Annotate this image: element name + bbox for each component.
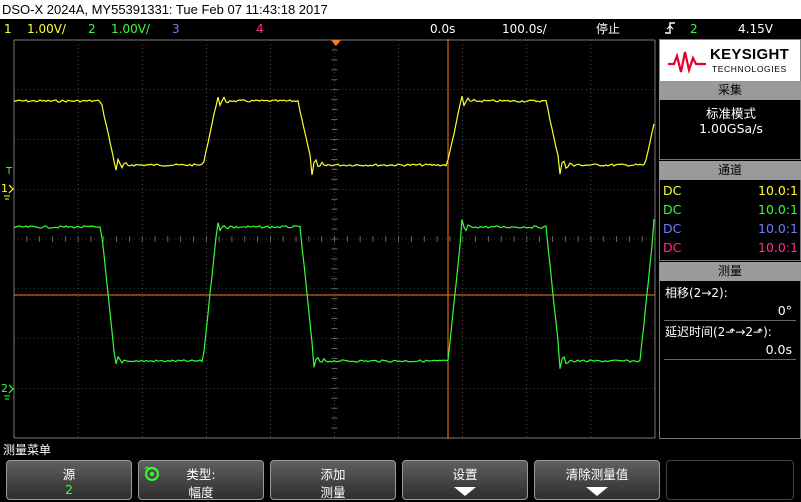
trigger-level[interactable]: 4.15V: [738, 19, 773, 39]
add-label: 添加: [320, 467, 346, 482]
submenu-arrow-icon: [454, 487, 476, 496]
clear-measurements-softkey[interactable]: 清除测量值: [534, 460, 660, 500]
ch1-waveform: [13, 96, 655, 175]
settings-softkey[interactable]: 设置: [402, 460, 528, 500]
channel-row-2: DC 10.0:1: [663, 200, 798, 219]
keysight-wave-icon: [668, 51, 706, 74]
channel-row-3: DC 10.0:1: [663, 219, 798, 238]
delay-value: 0.0s: [765, 342, 792, 357]
ch4-coupling: DC: [663, 240, 682, 255]
channel-header[interactable]: 通道: [659, 161, 801, 180]
channel-row-1: DC 10.0:1: [663, 181, 798, 200]
time-delay[interactable]: 0.0s: [430, 19, 455, 39]
acquisition-section: 标准模式 1.00GSa/s: [659, 100, 801, 160]
clear-label: 清除测量值: [565, 467, 629, 482]
channel-section: DC 10.0:1 DC 10.0:1 DC 10.0:1 DC 10.0:1: [659, 180, 801, 261]
ch1-scale[interactable]: 1.00V/: [27, 19, 66, 39]
type-softkey[interactable]: 类型: 幅度: [138, 460, 264, 500]
ch2-ground-marker: 2: [1, 382, 8, 395]
type-label: 类型:: [186, 467, 216, 482]
ch4-probe: 10.0:1: [758, 240, 798, 255]
ch4-number[interactable]: 4: [256, 19, 264, 39]
title-bar: DSO-X 2024A, MY55391331: Tue Feb 07 11:4…: [0, 0, 801, 19]
add-measurement-softkey[interactable]: 添加 测量: [270, 460, 396, 500]
ch1-probe: 10.0:1: [758, 183, 798, 198]
logo-name: KEYSIGHT: [710, 46, 790, 63]
phase-label: 相移(2→2):: [665, 286, 728, 300]
waveform-graticule: T 1 2: [1, 39, 656, 439]
ch1-ground-marker: 1: [1, 182, 8, 195]
measurement-header[interactable]: 测量: [659, 262, 801, 281]
acquisition-mode: 标准模式: [705, 106, 756, 121]
softkey-spacer: [666, 460, 794, 500]
waveform-display[interactable]: T 1 2: [0, 39, 658, 439]
measurement-divider: [664, 320, 796, 321]
run-state: 停止: [596, 22, 621, 36]
sample-rate: 1.00GSa/s: [699, 121, 763, 136]
source-label: 源: [62, 467, 76, 482]
logo-subtitle: TECHNOLOGIES: [712, 64, 787, 74]
status-bar: 1 1.00V/ 2 1.00V/ 3 4 0.0s 100.0s/ 停止 2 …: [0, 19, 801, 39]
keysight-logo: KEYSIGHT TECHNOLOGIES: [659, 39, 801, 84]
trigger-edge-icon: [664, 19, 676, 39]
ch2-scale[interactable]: 1.00V/: [111, 19, 150, 39]
type-value: 幅度: [188, 485, 214, 500]
ch1-number[interactable]: 1: [4, 19, 12, 39]
ch3-number[interactable]: 3: [172, 19, 180, 39]
ch3-coupling: DC: [663, 221, 682, 236]
ch2-number[interactable]: 2: [88, 19, 96, 39]
channel-row-4: DC 10.0:1: [663, 238, 798, 257]
add-value: 测量: [320, 485, 346, 500]
ch2-ground-arrow: [8, 384, 14, 394]
source-softkey[interactable]: 源 2: [6, 460, 132, 500]
ch2-coupling: DC: [663, 202, 682, 217]
ch1-coupling: DC: [663, 183, 682, 198]
trigger-level-marker: T: [5, 166, 13, 177]
settings-label: 设置: [452, 467, 478, 482]
submenu-arrow-icon: [586, 487, 608, 496]
trigger-position-marker: [331, 40, 341, 46]
side-panel: KEYSIGHT TECHNOLOGIES 采集 标准模式 1.00GSa/s …: [659, 39, 801, 439]
ch2-probe: 10.0:1: [758, 202, 798, 217]
trigger-source[interactable]: 2: [690, 19, 698, 39]
ch3-probe: 10.0:1: [758, 221, 798, 236]
time-scale[interactable]: 100.0s/: [502, 19, 547, 39]
delay-label: 延迟时间(2⬏→2⬏):: [665, 325, 772, 339]
ch2-waveform: [13, 219, 655, 369]
phase-value: 0°: [777, 303, 792, 318]
measurement-divider: [664, 359, 796, 360]
softkey-menu-title: 测量菜单: [3, 443, 52, 457]
measurement-section: 相移(2→2): 0° 延迟时间(2⬏→2⬏): 0.0s: [659, 281, 801, 439]
ch1-ground-arrow: [8, 184, 14, 194]
graticule-grid: [13, 39, 656, 439]
acquisition-header[interactable]: 采集: [659, 81, 801, 100]
source-value: 2: [65, 482, 73, 497]
